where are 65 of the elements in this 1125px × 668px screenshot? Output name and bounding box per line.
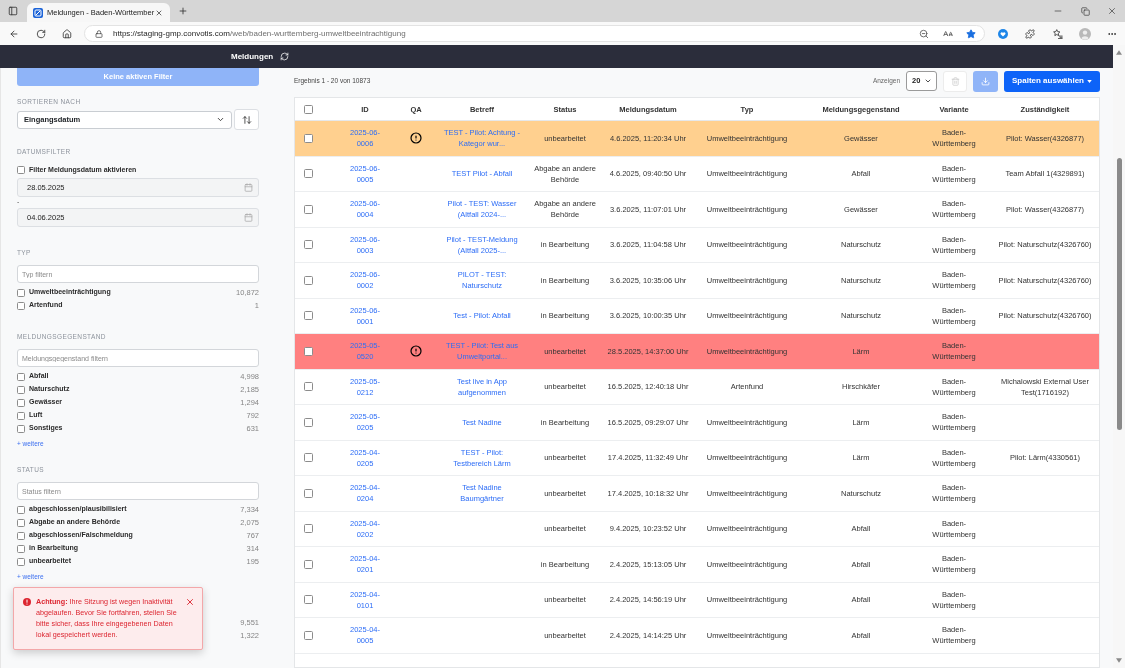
checkbox[interactable] [17, 531, 25, 540]
scrollbar-thumb[interactable] [1116, 158, 1122, 430]
checkbox[interactable] [304, 382, 313, 392]
favorite-star-icon[interactable] [966, 28, 976, 39]
checkbox[interactable] [17, 288, 25, 297]
star-list-icon[interactable] [1053, 28, 1063, 39]
restore-icon[interactable] [1081, 6, 1090, 16]
url-text: https://staging-gmp.convotis.com/web/baden-wurttemberg-umweltbeeintrachtigung [113, 27, 406, 40]
checkbox[interactable] [304, 240, 313, 250]
exclamation-icon [23, 598, 31, 606]
calendar-icon[interactable] [244, 213, 253, 222]
page-title: Meldungen [231, 50, 274, 63]
checkbox[interactable] [17, 385, 25, 394]
sort-icon [241, 114, 252, 125]
address-bar[interactable]: https://staging-gmp.convotis.com/web/baden-wurttemberg-umweltbeeintrachtigung [84, 25, 985, 42]
letters-icon[interactable] [943, 28, 953, 39]
chevron-down-icon [216, 115, 225, 124]
heart-badge-icon[interactable] [998, 28, 1008, 39]
checkbox[interactable] [17, 424, 25, 433]
checkbox[interactable] [17, 301, 25, 310]
checkbox[interactable] [17, 505, 25, 514]
checkbox[interactable] [304, 595, 313, 605]
checkbox[interactable] [17, 557, 25, 566]
checkbox[interactable] [17, 398, 25, 407]
panel-icon[interactable] [8, 6, 18, 16]
close-icon[interactable] [185, 597, 195, 607]
sort-direction-button[interactable] [234, 109, 259, 130]
chevron-down-icon [924, 77, 932, 85]
checkbox[interactable] [304, 417, 313, 427]
checkbox[interactable] [304, 169, 313, 179]
new-tab-icon[interactable] [178, 6, 188, 16]
checkbox[interactable] [304, 488, 313, 498]
trash-icon [950, 76, 960, 86]
puzzle-icon[interactable] [1025, 28, 1035, 39]
zoom-out-icon[interactable] [919, 28, 929, 39]
checkbox[interactable] [304, 559, 313, 569]
avatar-icon[interactable] [1079, 27, 1091, 40]
checkbox[interactable] [304, 346, 313, 356]
checkbox[interactable] [304, 275, 313, 285]
columns-button[interactable]: Spalten auswählen [1004, 70, 1100, 92]
lock-icon[interactable] [95, 29, 103, 38]
site-icon [33, 7, 43, 18]
refresh-icon[interactable] [280, 52, 290, 61]
close-window-icon[interactable] [1107, 6, 1117, 16]
checkbox[interactable] [304, 630, 313, 640]
scroll-down-icon[interactable] [1116, 658, 1122, 663]
checkbox[interactable] [17, 166, 25, 174]
checkbox[interactable] [17, 411, 25, 420]
checkbox[interactable] [17, 372, 25, 381]
home-icon[interactable] [62, 28, 72, 39]
back-icon[interactable] [9, 28, 19, 39]
scroll-up-icon[interactable] [1116, 50, 1122, 55]
checkbox[interactable] [304, 133, 313, 143]
checkbox[interactable] [304, 311, 313, 321]
reload-icon[interactable] [36, 28, 46, 39]
checkbox[interactable] [304, 524, 313, 534]
checkbox[interactable] [17, 544, 25, 553]
close-tab-icon[interactable] [155, 8, 163, 17]
calendar-icon[interactable] [244, 183, 253, 192]
checkbox[interactable] [304, 204, 313, 214]
caret-icon [1087, 79, 1092, 83]
checkbox[interactable] [304, 453, 313, 463]
checkbox[interactable] [304, 104, 313, 114]
download-icon [981, 76, 990, 86]
checkbox[interactable] [17, 518, 25, 527]
